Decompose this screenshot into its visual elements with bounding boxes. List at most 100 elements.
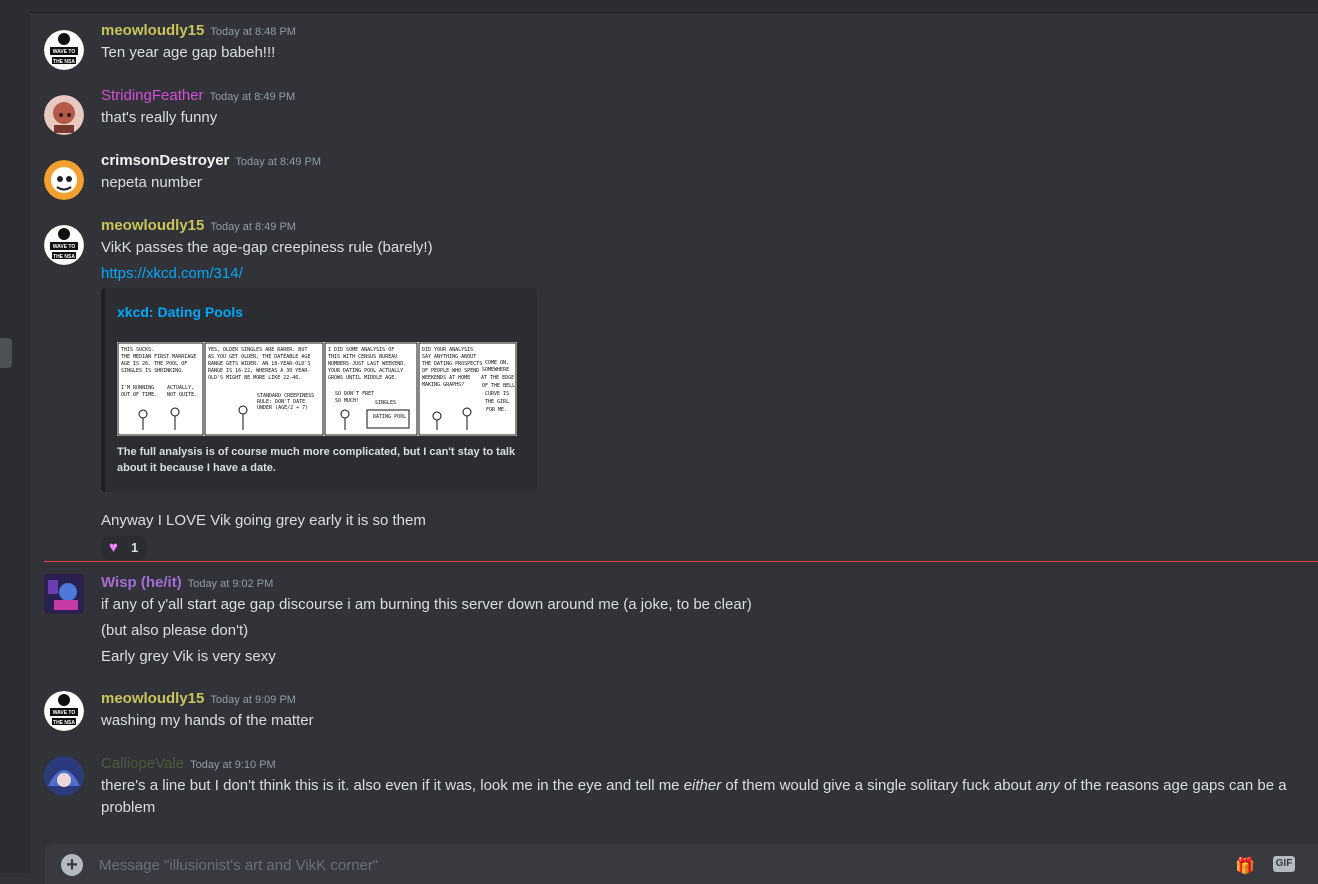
svg-text:OF PEOPLE WHO SPEND: OF PEOPLE WHO SPEND (422, 368, 479, 374)
embed-image[interactable]: THIS SUCKS. THE MEDIAN FIRST MARRIAGE AG… (117, 342, 517, 436)
server-sidebar (0, 0, 30, 873)
svg-text:DATING POOL: DATING POOL (373, 414, 406, 420)
svg-text:ACTUALLY,: ACTUALLY, (167, 385, 194, 391)
message: StridingFeather Today at 8:49 PM that's r… (30, 85, 1318, 135)
crimson-avatar-icon (44, 160, 84, 200)
server-unread-indicator (0, 338, 12, 368)
reaction-button[interactable]: ♥ 1 (101, 536, 147, 560)
username[interactable]: meowloudly15 (101, 690, 204, 707)
message-header: meowloudly15 Today at 9:09 PM (101, 690, 296, 710)
svg-text:UNDER (AGE/2 + 7): UNDER (AGE/2 + 7) (257, 405, 308, 411)
gift-icon[interactable]: 🎁 (1235, 856, 1255, 875)
username[interactable]: crimsonDestroyer (101, 152, 229, 169)
svg-text:YES, OLDER SINGLES ARE RARER.: YES, OLDER SINGLES ARE RARER. BUT (208, 347, 307, 353)
text-part: either (683, 777, 722, 794)
timestamp[interactable]: Today at 9:02 PM (188, 578, 274, 590)
wisp-avatar-icon (44, 574, 84, 614)
svg-text:THE NSA: THE NSA (53, 59, 75, 65)
text-part: of them would give a single solitary fuc… (721, 777, 1036, 794)
message-text: nepeta number (101, 174, 202, 191)
svg-text:RANGE GETS WIDER. AN 18-YEAR-O: RANGE GETS WIDER. AN 18-YEAR-OLD'S (208, 361, 310, 367)
avatar[interactable]: WAVE TO THE NSA (44, 225, 84, 265)
svg-text:OF THE BELL: OF THE BELL (482, 383, 515, 389)
svg-text:YOUR DATING POOL ACTUALLY: YOUR DATING POOL ACTUALLY (328, 368, 403, 374)
message: WAVE TO THE NSA meowloudly15 Today at 9:0… (30, 688, 1318, 738)
svg-text:FOR ME.: FOR ME. (486, 407, 507, 413)
message-header: Wisp (he/it) Today at 9:02 PM (101, 574, 273, 594)
message-header: meowloudly15 Today at 8:48 PM (101, 22, 296, 42)
reaction-count: 1 (131, 540, 139, 555)
message-text: VikK passes the age-gap creepiness rule … (101, 239, 433, 256)
message-text: that's really funny (101, 109, 218, 126)
nsa-avatar-icon: WAVE TO THE NSA (44, 30, 84, 70)
link-embed: xkcd: Dating Pools THIS SUCKS. THE MEDIA… (101, 288, 537, 492)
svg-text:SO MUCH!: SO MUCH! (335, 398, 359, 404)
message-text: (but also please don't) (101, 622, 249, 639)
svg-text:OLD'S MIGHT BE MORE LIKE 22-46: OLD'S MIGHT BE MORE LIKE 22-46. (208, 375, 301, 381)
username[interactable]: meowloudly15 (101, 22, 204, 39)
striding-avatar-icon (44, 95, 84, 135)
svg-text:COME ON.: COME ON. (485, 360, 509, 366)
comic-image: THIS SUCKS. THE MEDIAN FIRST MARRIAGE AG… (117, 342, 517, 436)
svg-text:THE GIRL: THE GIRL (485, 399, 509, 405)
svg-text:AGE IS 26. THE POOL OF: AGE IS 26. THE POOL OF (121, 361, 187, 367)
svg-text:DID YOUR ANALYSIS: DID YOUR ANALYSIS (422, 347, 473, 353)
message: WAVE TO THE NSA meowloudly15 Today at 8:4… (30, 20, 1318, 70)
timestamp[interactable]: Today at 8:48 PM (210, 26, 296, 38)
svg-text:NUMBERS JUST LAST WEEKEND.: NUMBERS JUST LAST WEEKEND. (328, 361, 406, 367)
message-header: StridingFeather Today at 8:49 PM (101, 87, 295, 107)
svg-text:RANGE IS 16-22, WHEREAS A 30 Y: RANGE IS 16-22, WHEREAS A 30 YEAR- (208, 368, 310, 374)
message: crimsonDestroyer Today at 8:49 PM nepeta … (30, 150, 1318, 200)
timestamp[interactable]: Today at 9:10 PM (190, 759, 276, 771)
avatar[interactable] (44, 574, 84, 614)
gif-button[interactable]: GIF (1273, 856, 1295, 872)
message-header: CalliopeVale Today at 9:10 PM (101, 755, 276, 775)
message-text: there's a line but I don't think this is… (101, 775, 1298, 819)
message-list[interactable]: WAVE TO THE NSA meowloudly15 Today at 8:4… (30, 12, 1318, 844)
svg-text:THIS SUCKS.: THIS SUCKS. (121, 347, 154, 353)
svg-text:OUT OF TIME.: OUT OF TIME. (121, 392, 157, 398)
timestamp[interactable]: Today at 8:49 PM (235, 156, 321, 168)
avatar[interactable]: WAVE TO THE NSA (44, 691, 84, 731)
calliope-avatar-icon (44, 756, 84, 796)
timestamp[interactable]: Today at 9:09 PM (210, 694, 296, 706)
message: WAVE TO THE NSA meowloudly15 Today at 8:4… (30, 215, 1318, 560)
timestamp[interactable]: Today at 8:49 PM (210, 91, 296, 103)
embed-title[interactable]: xkcd: Dating Pools (117, 304, 243, 320)
message-text: if any of y'all start age gap discourse … (101, 596, 752, 613)
nsa-avatar-icon: WAVE TO THE NSA (44, 691, 84, 731)
svg-text:WAVE TO: WAVE TO (53, 49, 76, 55)
timestamp[interactable]: Today at 8:49 PM (210, 221, 296, 233)
message-text: Early grey Vik is very sexy (101, 648, 276, 665)
svg-text:SOMEWHERE: SOMEWHERE (482, 367, 509, 373)
message-text: Ten year age gap babeh!!! (101, 44, 276, 61)
message-text: Anyway I LOVE Vik going grey early it is… (101, 512, 426, 529)
text-part: any (1035, 777, 1060, 794)
svg-text:I DID SOME ANALYSIS OF: I DID SOME ANALYSIS OF (328, 347, 394, 353)
nsa-avatar-icon: WAVE TO THE NSA (44, 225, 84, 265)
avatar[interactable] (44, 160, 84, 200)
svg-text:AT THE EDGE: AT THE EDGE (481, 375, 514, 381)
username[interactable]: CalliopeVale (101, 755, 184, 772)
svg-text:THIS WITH CENSUS BUREAU: THIS WITH CENSUS BUREAU (328, 354, 397, 360)
svg-text:GROWS UNTIL MIDDLE AGE.: GROWS UNTIL MIDDLE AGE. (328, 375, 397, 381)
svg-text:CURVE IS: CURVE IS (485, 391, 509, 397)
svg-text:SINGLES IS SHRINKING.: SINGLES IS SHRINKING. (121, 368, 184, 374)
svg-text:SO DON'T FRET: SO DON'T FRET (335, 391, 374, 397)
username[interactable]: StridingFeather (101, 87, 204, 104)
username[interactable]: Wisp (he/it) (101, 574, 182, 591)
message-composer: + 🎁 GIF (45, 844, 1318, 884)
svg-text:THE MEDIAN FIRST MARRIAGE: THE MEDIAN FIRST MARRIAGE (121, 354, 196, 360)
link[interactable]: https://xkcd.com/314/ (101, 263, 1298, 285)
svg-text:THE NSA: THE NSA (53, 720, 75, 726)
svg-text:WAVE TO: WAVE TO (53, 710, 76, 716)
svg-text:MAKING GRAPHS?: MAKING GRAPHS? (422, 382, 464, 388)
message: CalliopeVale Today at 9:10 PM there's a l… (30, 753, 1318, 833)
avatar[interactable]: WAVE TO THE NSA (44, 30, 84, 70)
message-input[interactable] (97, 852, 1201, 878)
svg-text:SINGLES: SINGLES (375, 400, 396, 406)
text-part: there's a line but I don't think this is… (101, 777, 684, 794)
avatar[interactable] (44, 95, 84, 135)
username[interactable]: meowloudly15 (101, 217, 204, 234)
avatar[interactable] (44, 756, 84, 796)
